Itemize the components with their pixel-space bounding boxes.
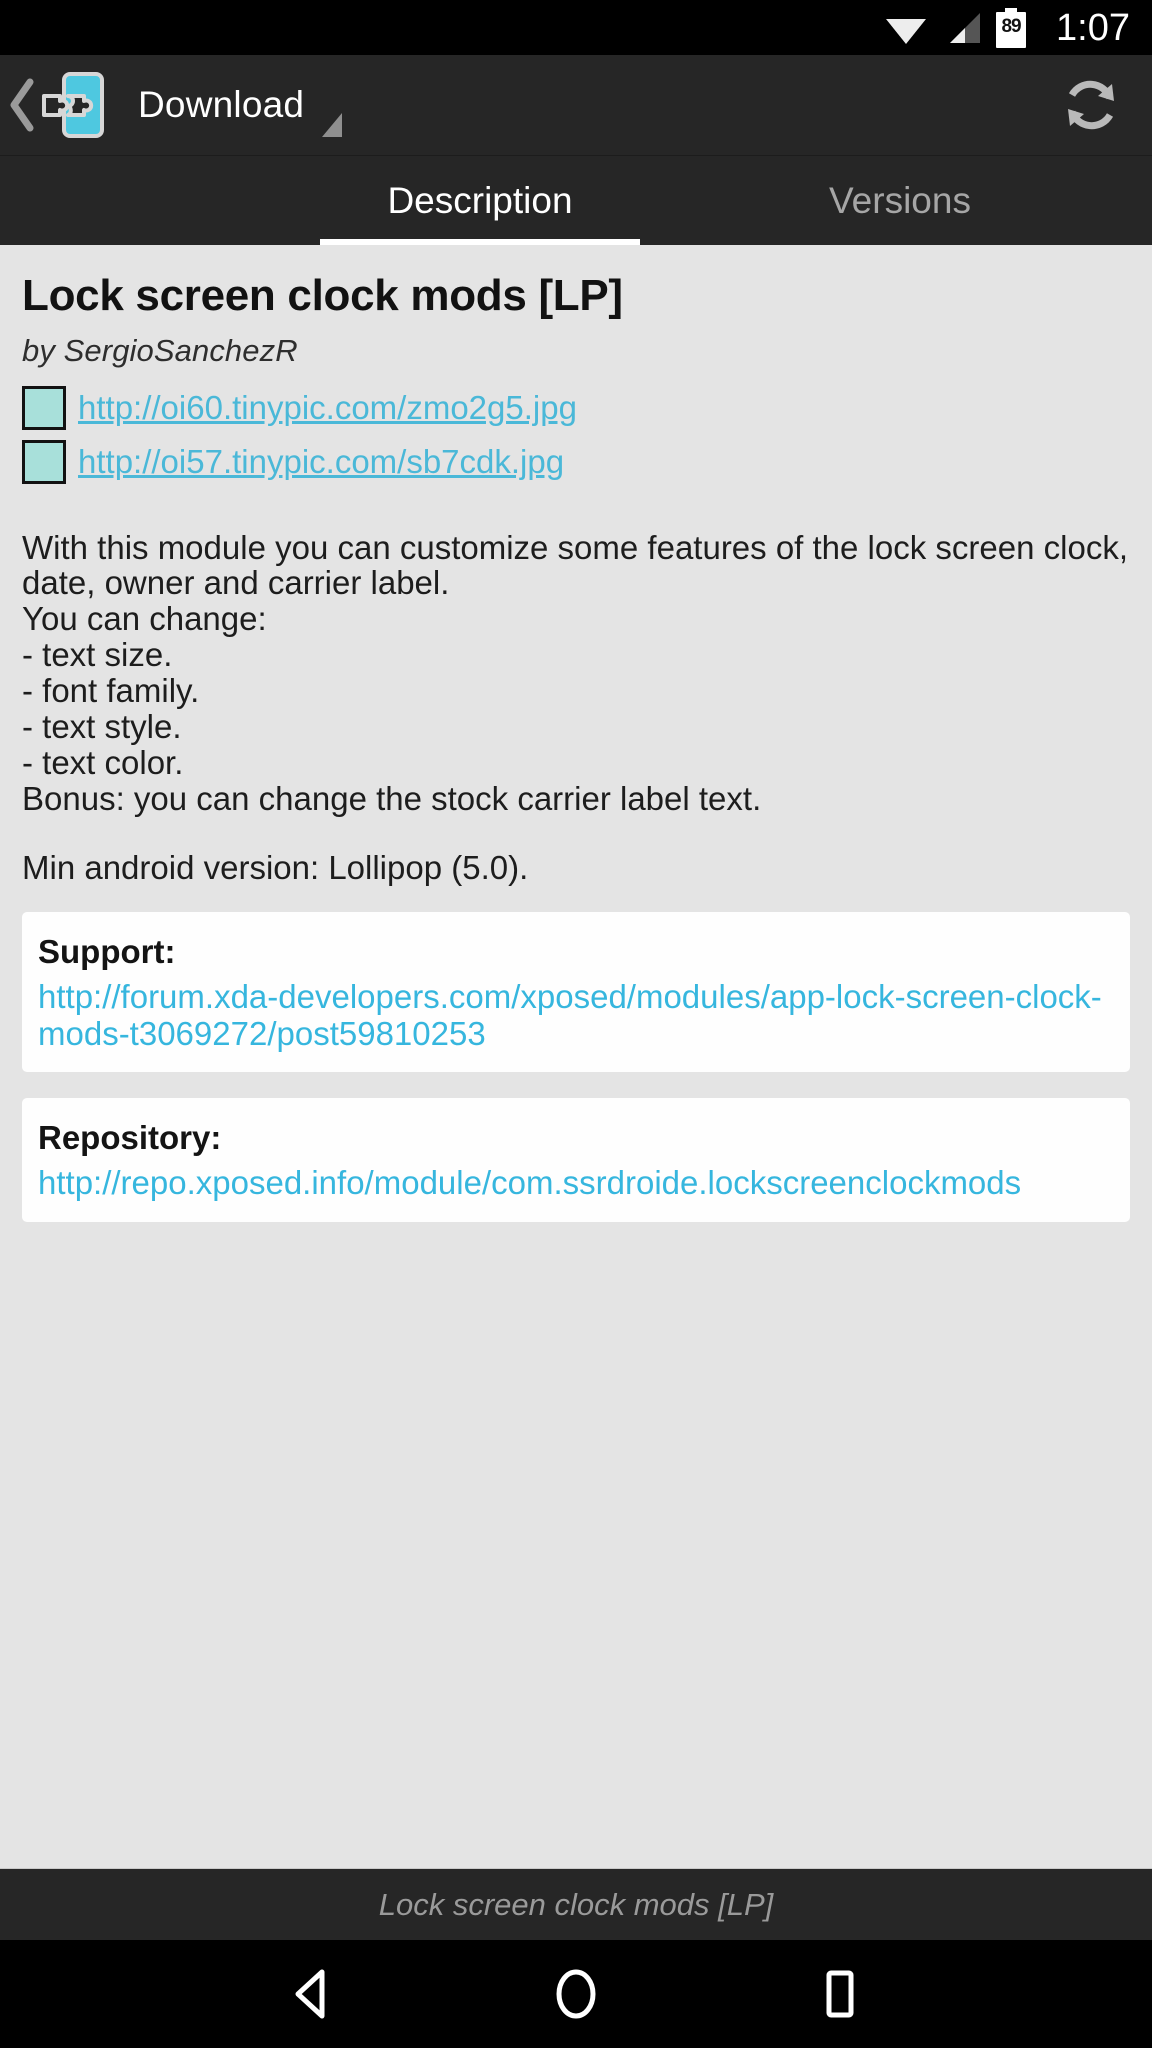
image-link-1[interactable]: http://oi60.tinypic.com/zmo2g5.jpg bbox=[78, 386, 577, 430]
support-card: Support: http://forum.xda-developers.com… bbox=[22, 911, 1130, 1073]
cell-signal-icon bbox=[942, 11, 982, 45]
up-navigation-button[interactable] bbox=[0, 69, 110, 141]
image-link-list: http://oi60.tinypic.com/zmo2g5.jpg http:… bbox=[22, 383, 1130, 487]
nav-home-button[interactable] bbox=[546, 1964, 606, 2024]
description-line: With this module you can customize some … bbox=[22, 529, 1128, 602]
nav-home-circle-icon bbox=[556, 1969, 596, 2019]
broken-image-icon bbox=[22, 440, 66, 485]
support-heading: Support: bbox=[38, 932, 176, 970]
battery-icon: 89 bbox=[996, 7, 1027, 48]
battery-level-label: 89 bbox=[1001, 15, 1021, 37]
wifi-icon bbox=[884, 11, 928, 45]
nav-recents-square-icon bbox=[826, 1970, 854, 2018]
repository-link[interactable]: http://repo.xposed.info/module/com.ssrdr… bbox=[38, 1164, 1112, 1202]
refresh-button[interactable] bbox=[1060, 74, 1122, 136]
action-bar: Download bbox=[0, 55, 1152, 155]
action-bar-title: Download bbox=[138, 84, 305, 125]
bottom-status-label: Lock screen clock mods [LP] bbox=[378, 1886, 774, 1922]
nav-back-triangle-icon bbox=[295, 1969, 325, 2019]
nav-back-button[interactable] bbox=[282, 1964, 342, 2024]
description-line: - font family. bbox=[22, 672, 200, 710]
image-link-2[interactable]: http://oi57.tinypic.com/sb7cdk.jpg bbox=[78, 440, 564, 484]
module-title: Lock screen clock mods [LP] bbox=[22, 271, 623, 320]
tab-bar: Description Versions bbox=[0, 155, 1152, 245]
description-line: Bonus: you can change the stock carrier … bbox=[22, 780, 762, 818]
refresh-icon bbox=[1068, 80, 1114, 130]
xposed-module-icon bbox=[36, 69, 110, 141]
tab-description-label: Description bbox=[387, 179, 573, 221]
description-line: - text color. bbox=[22, 744, 184, 782]
min-version-line: Min android version: Lollipop (5.0). bbox=[22, 849, 529, 887]
status-bar-icons: 89 1:07 bbox=[884, 6, 1130, 49]
status-bar: 89 1:07 bbox=[0, 0, 1152, 55]
repository-card: Repository: http://repo.xposed.info/modu… bbox=[22, 1098, 1130, 1223]
tab-versions-label: Versions bbox=[829, 179, 971, 221]
description-line: You can change: bbox=[22, 600, 267, 638]
nav-recents-button[interactable] bbox=[810, 1964, 870, 2024]
list-item[interactable]: http://oi60.tinypic.com/zmo2g5.jpg bbox=[22, 383, 1130, 433]
back-chevron-icon bbox=[8, 78, 34, 132]
tab-versions[interactable]: Versions bbox=[740, 156, 1060, 245]
description-line: - text style. bbox=[22, 708, 182, 746]
android-navigation-bar bbox=[0, 1940, 1152, 2048]
description-scroll-view[interactable]: Lock screen clock mods [LP] by SergioSan… bbox=[0, 245, 1152, 1868]
repository-heading: Repository: bbox=[38, 1119, 222, 1157]
dropdown-caret-icon[interactable] bbox=[322, 113, 342, 137]
description-line: - text size. bbox=[22, 636, 173, 674]
bottom-status-bar: Lock screen clock mods [LP] bbox=[0, 1868, 1152, 1940]
list-item[interactable]: http://oi57.tinypic.com/sb7cdk.jpg bbox=[22, 437, 1130, 487]
broken-image-icon bbox=[22, 386, 66, 431]
tab-description[interactable]: Description bbox=[320, 156, 640, 245]
status-bar-clock: 1:07 bbox=[1056, 6, 1130, 49]
support-link[interactable]: http://forum.xda-developers.com/xposed/m… bbox=[38, 978, 1112, 1053]
android-screen: 89 1:07 Download Description Versions Lo… bbox=[0, 0, 1152, 2048]
module-description: With this module you can customize some … bbox=[22, 529, 1130, 887]
module-author: by SergioSanchezR bbox=[22, 333, 298, 369]
